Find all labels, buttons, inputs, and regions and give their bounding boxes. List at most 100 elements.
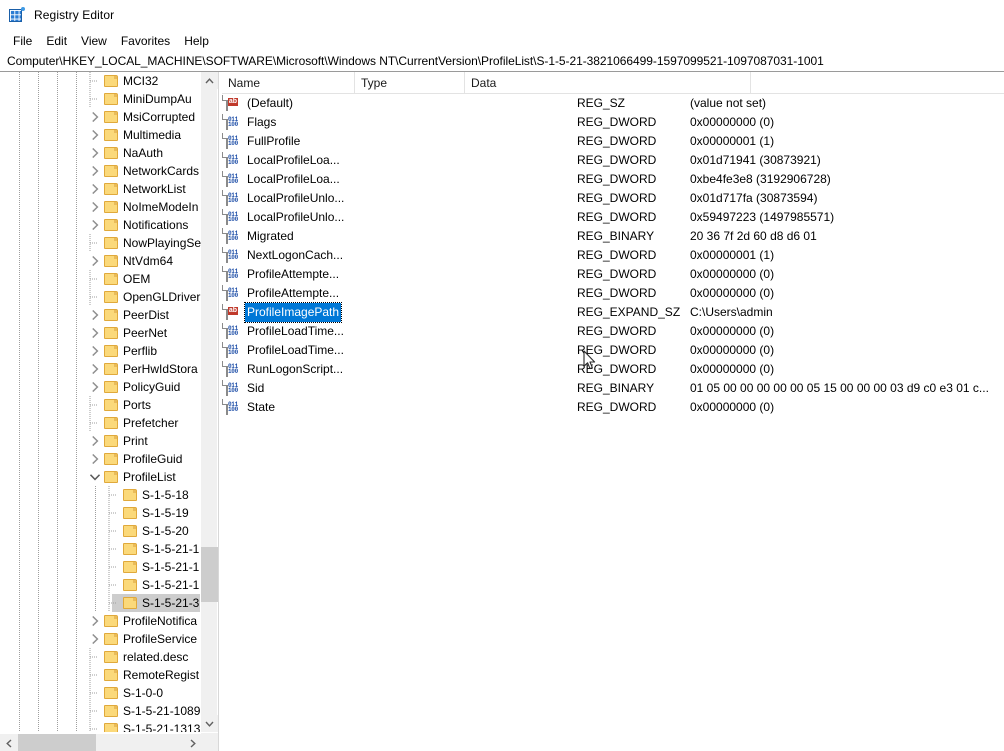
chevron-right-icon[interactable] — [87, 180, 103, 198]
table-row[interactable]: 011 100 LocalProfileUnlo... REG_DWORD 0x5949… — [222, 208, 1004, 227]
chevron-right-icon[interactable] — [87, 342, 103, 360]
registry-tree[interactable]: MCI32 MiniDumpAu MsiCorrupted Multimedia NaA… — [0, 72, 201, 732]
chevron-right-icon[interactable] — [87, 306, 103, 324]
tree-item-31[interactable]: ProfileService — [0, 630, 201, 648]
tree-item-25[interactable]: S-1-5-20 — [0, 522, 201, 540]
chevron-right-icon[interactable] — [87, 198, 103, 216]
menu-item-view[interactable]: View — [74, 32, 114, 50]
tree-guide-line — [38, 234, 39, 252]
tree-item-15[interactable]: Perflib — [0, 342, 201, 360]
chevron-right-icon[interactable] — [87, 162, 103, 180]
tree-item-11[interactable]: OEM — [0, 270, 201, 288]
table-row[interactable]: 011 100 ProfileAttempte... REG_DWORD 0x00000… — [222, 265, 1004, 284]
tree-item-1[interactable]: MiniDumpAu — [0, 90, 201, 108]
column-header-type[interactable]: Type — [355, 72, 465, 94]
table-row[interactable]: 011 100 FullProfile REG_DWORD 0x00000001 (1) — [222, 132, 1004, 151]
tree-item-3[interactable]: Multimedia — [0, 126, 201, 144]
tree-vertical-scrollbar-thumb[interactable] — [201, 547, 218, 602]
table-row[interactable]: 011 100 RunLogonScript... REG_DWORD 0x000000… — [222, 360, 1004, 379]
tree-guide-line — [38, 198, 39, 216]
chevron-right-icon[interactable] — [87, 216, 103, 234]
chevron-right-icon[interactable] — [87, 630, 103, 648]
tree-item-14[interactable]: PeerNet — [0, 324, 201, 342]
tree-item-2[interactable]: MsiCorrupted — [0, 108, 201, 126]
table-row[interactable]: 011 100 LocalProfileLoa... REG_DWORD 0xbe4fe… — [222, 170, 1004, 189]
column-header-data[interactable]: Data — [465, 72, 751, 94]
tree-item-6[interactable]: NetworkList — [0, 180, 201, 198]
tree-scroll-left-button[interactable] — [0, 734, 17, 751]
tree-item-34[interactable]: S-1-0-0 — [0, 684, 201, 702]
tree-item-21[interactable]: ProfileGuid — [0, 450, 201, 468]
menu-item-file[interactable]: File — [6, 32, 39, 50]
folder-icon — [103, 702, 120, 720]
table-row[interactable]: 011 100 ProfileAttempte... REG_DWORD 0x00000… — [222, 284, 1004, 303]
values-list[interactable]: ab (Default) REG_SZ (value not set) 011 100 Fl… — [222, 94, 1004, 751]
chevron-down-icon[interactable] — [87, 468, 103, 486]
tree-item-27[interactable]: S-1-5-21-1 — [0, 558, 201, 576]
tree-guide-line — [57, 576, 58, 594]
tree-item-33[interactable]: RemoteRegist — [0, 666, 201, 684]
chevron-right-icon[interactable] — [87, 252, 103, 270]
tree-item-23[interactable]: S-1-5-18 — [0, 486, 201, 504]
tree-item-35[interactable]: S-1-5-21-1089 — [0, 702, 201, 720]
tree-item-4[interactable]: NaAuth — [0, 144, 201, 162]
tree-item-12[interactable]: OpenGLDriver — [0, 288, 201, 306]
tree-scroll-up-button[interactable] — [201, 72, 218, 89]
menu-item-favorites[interactable]: Favorites — [114, 32, 177, 50]
tree-item-10[interactable]: NtVdm64 — [0, 252, 201, 270]
tree-item-22[interactable]: ProfileList — [0, 468, 201, 486]
tree-item-30[interactable]: ProfileNotifica — [0, 612, 201, 630]
address-bar[interactable]: Computer\HKEY_LOCAL_MACHINE\SOFTWARE\Mic… — [0, 51, 1004, 72]
tree-item-0[interactable]: MCI32 — [0, 72, 201, 90]
table-row[interactable]: 011 100 Flags REG_DWORD 0x00000000 (0) — [222, 113, 1004, 132]
tree-guide-line — [76, 72, 77, 90]
tree-item-28[interactable]: S-1-5-21-1 — [0, 576, 201, 594]
table-row[interactable]: 011 100 Sid REG_BINARY 01 05 00 00 00 00 00 … — [222, 379, 1004, 398]
chevron-right-icon[interactable] — [87, 360, 103, 378]
chevron-right-icon[interactable] — [87, 612, 103, 630]
tree-item-13[interactable]: PeerDist — [0, 306, 201, 324]
tree-item-9[interactable]: NowPlayingSe — [0, 234, 201, 252]
table-row[interactable]: 011 100 Migrated REG_BINARY 20 36 7f 2d 60 d… — [222, 227, 1004, 246]
table-row[interactable]: 011 100 NextLogonCach... REG_DWORD 0x0000000… — [222, 246, 1004, 265]
table-row[interactable]: ab ProfileImagePath REG_EXPAND_SZ C:\Users\… — [222, 302, 1004, 323]
chevron-right-icon[interactable] — [87, 378, 103, 396]
tree-item-26[interactable]: S-1-5-21-1 — [0, 540, 201, 558]
table-row[interactable]: 011 100 LocalProfileLoa... REG_DWORD 0x01d71… — [222, 151, 1004, 170]
tree-item-18[interactable]: Ports — [0, 396, 201, 414]
tree-item-20[interactable]: Print — [0, 432, 201, 450]
table-row[interactable]: 011 100 ProfileLoadTime... REG_DWORD 0x00000… — [222, 322, 1004, 341]
tree-item-19[interactable]: Prefetcher — [0, 414, 201, 432]
tree-item-7[interactable]: NoImeModeIn — [0, 198, 201, 216]
tree-item-8[interactable]: Notifications — [0, 216, 201, 234]
chevron-right-icon[interactable] — [87, 450, 103, 468]
tree-vertical-scrollbar[interactable] — [200, 72, 218, 732]
tree-item-5[interactable]: NetworkCards — [0, 162, 201, 180]
chevron-right-icon[interactable] — [87, 144, 103, 162]
tree-guide-line — [57, 198, 58, 216]
table-row[interactable]: 011 100 ProfileLoadTime... REG_DWORD 0x00000… — [222, 341, 1004, 360]
tree-horizontal-scrollbar-thumb[interactable] — [18, 734, 96, 751]
tree-item-label: S-1-5-19 — [142, 506, 189, 520]
tree-item-36[interactable]: S-1-5-21-1313 — [0, 720, 201, 732]
menu-item-edit[interactable]: Edit — [39, 32, 74, 50]
chevron-right-icon[interactable] — [87, 126, 103, 144]
tree-scroll-right-button[interactable] — [184, 734, 201, 751]
tree-item-32[interactable]: related.desc — [0, 648, 201, 666]
table-row[interactable]: ab (Default) REG_SZ (value not set) — [222, 94, 1004, 113]
tree-item-29[interactable]: S-1-5-21-3 — [0, 594, 201, 612]
column-header-name[interactable]: Name — [222, 72, 355, 94]
tree-guide-line — [95, 540, 96, 558]
table-row[interactable]: 011 100 State REG_DWORD 0x00000000 (0) — [222, 398, 1004, 417]
tree-item-17[interactable]: PolicyGuid — [0, 378, 201, 396]
tree-item-label: RemoteRegist — [123, 668, 200, 682]
tree-item-16[interactable]: PerHwIdStora — [0, 360, 201, 378]
tree-item-24[interactable]: S-1-5-19 — [0, 504, 201, 522]
chevron-right-icon[interactable] — [87, 432, 103, 450]
chevron-right-icon[interactable] — [87, 108, 103, 126]
tree-scroll-down-button[interactable] — [201, 715, 218, 732]
tree-horizontal-scrollbar[interactable] — [0, 733, 218, 751]
table-row[interactable]: 011 100 LocalProfileUnlo... REG_DWORD 0x01d7… — [222, 189, 1004, 208]
menu-item-help[interactable]: Help — [177, 32, 216, 50]
chevron-right-icon[interactable] — [87, 324, 103, 342]
